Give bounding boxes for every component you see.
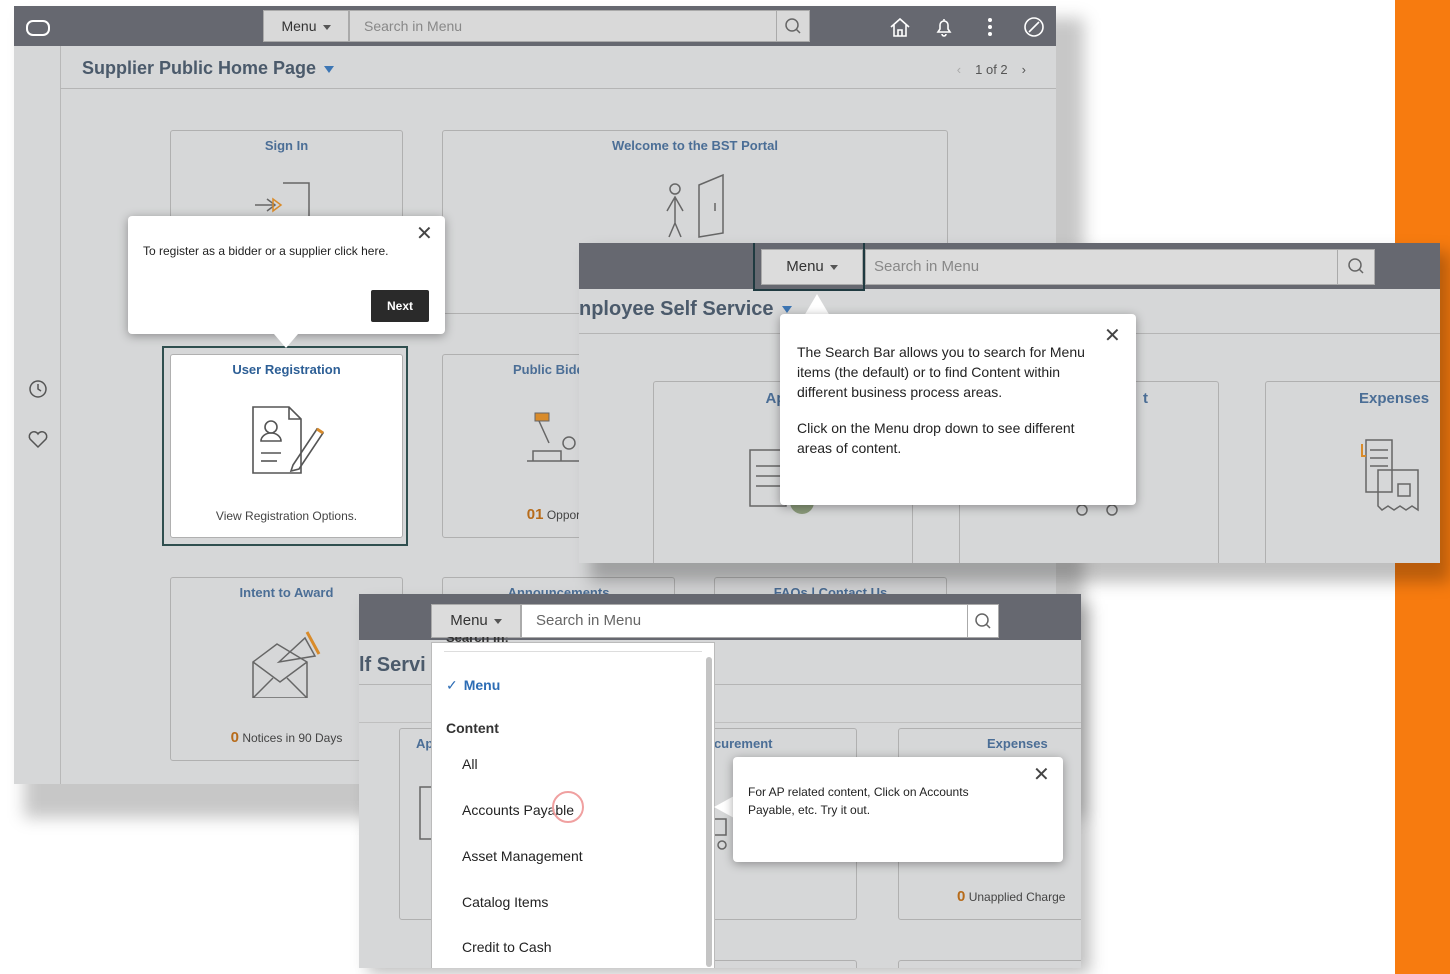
title-caret-icon xyxy=(324,65,335,73)
favorites-heart-icon[interactable] xyxy=(26,428,50,450)
page-title-text: Supplier Public Home Page xyxy=(82,58,317,78)
tooltip-text: To register as a bidder or a supplier cl… xyxy=(143,244,389,258)
page-title[interactable]: Supplier Public Home Page xyxy=(82,58,335,79)
actions-menu-icon[interactable] xyxy=(980,15,1000,39)
home-icon[interactable] xyxy=(888,16,912,38)
menu-label: Menu xyxy=(281,18,317,34)
search-icon xyxy=(1348,258,1364,274)
content-option-catalog-items[interactable]: Catalog Items xyxy=(462,894,548,910)
menu-dropdown-button[interactable]: Menu xyxy=(263,10,349,42)
search-placeholder: Search in Menu xyxy=(874,258,980,275)
page-pager: ‹ 1 of 2 › xyxy=(957,62,1026,77)
navbar-compass-icon[interactable] xyxy=(1022,15,1046,39)
content-group-header: Content xyxy=(446,720,499,736)
prev-page-icon[interactable]: ‹ xyxy=(957,62,961,77)
tile-title: Sign In xyxy=(264,138,309,153)
tile-footer: View Registration Options. xyxy=(215,509,358,523)
page-title-text: nployee Self Service xyxy=(579,298,774,320)
content-option-credit-to-cash[interactable]: Credit to Cash xyxy=(462,939,551,955)
tile-title: Welcome to the BST Portal xyxy=(612,138,778,153)
dropdown-divider xyxy=(444,651,702,652)
page-title[interactable]: nployee Self Service xyxy=(579,298,792,321)
caret-down-icon xyxy=(322,24,331,30)
tile-partial[interactable] xyxy=(699,960,857,968)
search-input[interactable]: Search in Menu xyxy=(521,604,969,638)
menu-dropdown-button[interactable]: Menu xyxy=(431,604,521,638)
search-icon xyxy=(975,613,991,629)
content-option-all[interactable]: All xyxy=(462,756,478,772)
person-entering-door-icon xyxy=(666,173,724,238)
search-placeholder: Search in Menu xyxy=(364,18,463,34)
unapplied-footer-text: Unapplied Charge xyxy=(968,890,1066,904)
notification-bell-icon[interactable] xyxy=(932,15,956,39)
search-input[interactable]: Search in Menu xyxy=(865,249,1339,285)
close-icon[interactable]: ✕ xyxy=(1033,765,1050,785)
app-logo-icon[interactable] xyxy=(26,20,50,36)
title-divider xyxy=(60,88,1056,89)
tooltip-paragraph-1: The Search Bar allows you to search for … xyxy=(797,344,1085,400)
tooltip-pointer xyxy=(714,796,734,818)
content-option-asset-management[interactable]: Asset Management xyxy=(462,848,583,864)
checkmark-icon: ✓ xyxy=(446,677,458,693)
intent-footer-text: Notices in 90 Days xyxy=(242,731,343,745)
registration-form-icon xyxy=(252,406,325,474)
search-icon xyxy=(785,18,801,34)
menu-label: Menu xyxy=(450,612,488,629)
next-button[interactable]: Next xyxy=(371,290,429,322)
search-button[interactable] xyxy=(1337,249,1375,285)
left-sidebar xyxy=(14,46,61,784)
menu-highlight-frame xyxy=(753,243,865,291)
close-icon[interactable]: ✕ xyxy=(416,224,433,244)
top-nav-bar: Menu Search in Menu xyxy=(14,6,1056,46)
title-caret-icon xyxy=(781,306,792,314)
search-button[interactable] xyxy=(967,604,999,638)
tile-partial[interactable] xyxy=(898,960,1081,968)
page-title[interactable]: lf Servi xyxy=(359,654,426,677)
expense-receipts-icon xyxy=(1361,439,1419,512)
tooltip-pointer xyxy=(804,294,830,316)
envelope-megaphone-icon xyxy=(252,631,321,698)
search-input[interactable]: Search in Menu xyxy=(349,10,777,42)
search-placeholder: Search in Menu xyxy=(536,612,642,629)
caret-down-icon xyxy=(493,618,502,624)
expenses-tile[interactable]: Expenses xyxy=(1265,381,1440,563)
dropdown-scrollbar[interactable] xyxy=(706,657,712,967)
tile-title: User Registration xyxy=(232,362,341,377)
tooltip-pointer xyxy=(274,334,298,348)
tile-title: Expenses xyxy=(987,736,1048,751)
registration-tooltip: ✕ To register as a bidder or a supplier … xyxy=(128,216,445,334)
accounts-payable-tooltip: ✕ For AP related content, Click on Accou… xyxy=(733,757,1063,862)
search-button[interactable] xyxy=(776,10,810,42)
pager-text: 1 of 2 xyxy=(975,62,1008,77)
bidding-count: 01 xyxy=(526,506,544,523)
tooltip-paragraph-2: Click on the Menu drop down to see diffe… xyxy=(797,420,1075,456)
dropdown-header: Search In: xyxy=(446,637,509,645)
unapplied-count: 0 xyxy=(957,888,966,905)
search-scope-dropdown: Search In: ✓ Menu Content All Accounts Pa… xyxy=(431,637,715,968)
intent-count: 0 xyxy=(230,729,239,746)
menu-option-label: Menu xyxy=(463,677,501,693)
tile-title: ocurement xyxy=(706,736,773,751)
tile-title: Expenses xyxy=(1359,390,1430,407)
search-bar-tooltip: ✕ The Search Bar allows you to search fo… xyxy=(780,314,1136,505)
tooltip-text: For AP related content, Click on Account… xyxy=(748,785,969,817)
close-icon[interactable]: ✕ xyxy=(1104,326,1121,346)
recent-history-icon[interactable] xyxy=(27,378,49,400)
next-page-icon[interactable]: › xyxy=(1022,62,1026,77)
menu-option[interactable]: ✓ Menu xyxy=(446,677,500,694)
user-registration-tile[interactable]: User Registration View Registration Opti… xyxy=(170,354,403,538)
tile-footer: 0 Unapplied Charge xyxy=(899,888,1081,905)
click-indicator xyxy=(552,791,584,823)
